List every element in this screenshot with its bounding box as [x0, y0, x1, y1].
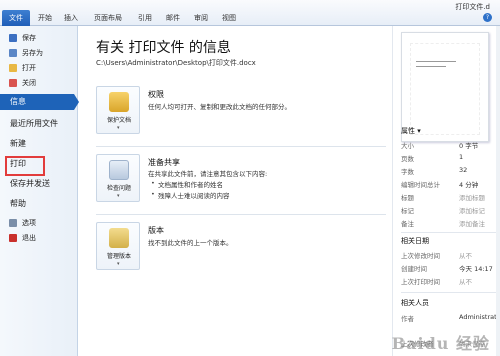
divider	[401, 232, 497, 233]
scrollbar[interactable]	[496, 26, 500, 356]
permissions-title: 权限	[148, 90, 164, 99]
thumbnail-page	[410, 43, 480, 135]
save-as-icon	[9, 49, 17, 57]
manage-versions-label: 管理版本	[106, 253, 131, 260]
nav-save-as[interactable]: 另存为	[0, 46, 78, 60]
chevron-down-icon: ▾	[117, 261, 120, 267]
prop-value: 1	[459, 153, 464, 161]
permissions-section: 保护文档 ▾ 权限 任何人均可打开、复制和更改此文档的任何部分。	[96, 86, 386, 136]
prop-label: 创建时间	[401, 265, 427, 273]
prop-label: 上次修改时间	[401, 252, 440, 260]
tab-home[interactable]: 开始	[34, 11, 56, 25]
prepare-bullet: 文档属性和作者的姓名	[151, 179, 223, 189]
thumbnail-text-line	[416, 61, 456, 62]
versions-text: 找不到此文件的上一个版本。	[148, 239, 233, 247]
versions-section: 管理版本 ▾ 版本 找不到此文件的上一个版本。	[96, 222, 386, 272]
nav-save-label: 保存	[22, 34, 36, 42]
nav-info[interactable]: 信息	[0, 94, 79, 110]
nav-close[interactable]: 关闭	[0, 76, 78, 90]
page-title: 有关 打印文件 的信息	[96, 40, 231, 56]
add-comments-field[interactable]: 添加备注	[459, 218, 485, 228]
prop-label: 标记	[401, 207, 414, 215]
nav-exit-label: 退出	[22, 234, 36, 242]
prop-value: 从不	[459, 252, 472, 260]
lock-key-icon	[109, 92, 129, 112]
close-doc-icon	[9, 79, 17, 87]
protect-document-label: 保护文档	[106, 117, 131, 124]
nav-save-and-send[interactable]: 保存并发送	[0, 176, 78, 192]
check-issues-label: 检查问题	[106, 185, 131, 192]
properties-panel: 属性 ▾ 大小 0 字节 页数 1 字数 32 编辑时间总计 4 分钟 标题 添…	[392, 26, 500, 356]
tab-references[interactable]: 引用	[134, 11, 156, 25]
prop-label: 上次打印时间	[401, 278, 440, 286]
nav-save-as-label: 另存为	[22, 49, 43, 57]
prop-label: 页数	[401, 155, 414, 163]
nav-help[interactable]: 帮助	[0, 196, 78, 212]
info-main: 有关 打印文件 的信息 C:\Users\Administrator\Deskt…	[78, 26, 390, 356]
nav-options[interactable]: 选项	[0, 216, 78, 230]
prop-label: 字数	[401, 168, 414, 176]
help-icon[interactable]: ?	[483, 13, 492, 22]
prepare-title: 准备共享	[148, 158, 180, 167]
protect-document-button[interactable]: 保护文档 ▾	[96, 86, 140, 134]
options-icon	[9, 219, 17, 227]
chevron-down-icon: ▾	[117, 125, 120, 131]
nav-info-label: 信息	[10, 97, 26, 106]
tab-page-layout[interactable]: 页面布局	[88, 11, 128, 25]
add-title-field[interactable]: 添加标题	[459, 192, 485, 202]
watermark-logo: Baidu 经验	[391, 334, 490, 353]
nav-exit[interactable]: 退出	[0, 231, 78, 245]
tab-mailings[interactable]: 邮件	[162, 11, 184, 25]
prop-label: 备注	[401, 220, 414, 228]
prop-value: 32	[459, 166, 468, 174]
dates-header: 相关日期	[401, 237, 429, 245]
add-tags-field[interactable]: 添加标记	[459, 205, 485, 215]
prop-value: 今天 14:17	[459, 265, 493, 273]
prop-value: 4 分钟	[459, 181, 479, 189]
prop-label: 编辑时间总计	[401, 181, 440, 189]
tab-view[interactable]: 视图	[218, 11, 240, 25]
prepare-text: 在共享此文件前，请注意其包含以下内容:	[148, 170, 268, 178]
manage-versions-button[interactable]: 管理版本 ▾	[96, 222, 140, 270]
nav-open-label: 打开	[22, 64, 36, 72]
thumbnail-text-line	[416, 66, 446, 67]
divider	[96, 214, 386, 215]
nav-save[interactable]: 保存	[0, 31, 78, 45]
prop-label: 作者	[401, 315, 414, 323]
tab-review[interactable]: 审阅	[190, 11, 212, 25]
prepare-section: 检查问题 ▾ 准备共享 在共享此文件前，请注意其包含以下内容: 文档属性和作者的…	[96, 154, 386, 204]
check-issues-button[interactable]: 检查问题 ▾	[96, 154, 140, 202]
divider	[96, 146, 386, 147]
save-icon	[9, 34, 17, 42]
tab-insert[interactable]: 插入	[60, 11, 82, 25]
people-header: 相关人员	[401, 299, 429, 307]
versions-title: 版本	[148, 226, 164, 235]
nav-open[interactable]: 打开	[0, 61, 78, 75]
divider	[401, 292, 497, 293]
file-path: C:\Users\Administrator\Desktop\打印文件.docx	[96, 59, 256, 67]
nav-new[interactable]: 新建	[0, 136, 78, 152]
prepare-bullet: 残障人士难以阅读的内容	[151, 190, 229, 200]
properties-header[interactable]: 属性 ▾	[401, 126, 421, 136]
exit-icon	[9, 234, 17, 242]
chevron-down-icon: ▾	[117, 193, 120, 199]
ribbon-tab-bar: 文件 开始 插入 页面布局 引用 邮件 审阅 视图 打印文件.d ?	[0, 0, 500, 26]
inspect-document-icon	[109, 160, 129, 180]
window-title: 打印文件.d	[455, 3, 490, 11]
tab-file[interactable]: 文件	[2, 10, 30, 26]
nav-options-label: 选项	[22, 219, 36, 227]
backstage-nav: 保存 另存为 打开 关闭 信息 最近所用文件 新建 打印 保存并发送 帮助 选项…	[0, 26, 79, 356]
permissions-text: 任何人均可打开、复制和更改此文档的任何部分。	[148, 103, 291, 111]
nav-recent[interactable]: 最近所用文件	[0, 116, 78, 132]
prop-label: 大小	[401, 142, 414, 150]
nav-close-label: 关闭	[22, 79, 36, 87]
prop-value: 从不	[459, 278, 472, 286]
prop-value: 0 字节	[459, 142, 479, 150]
open-folder-icon	[9, 64, 17, 72]
prop-value: Administrator	[459, 313, 500, 321]
prop-label: 标题	[401, 194, 414, 202]
versions-icon	[109, 228, 129, 248]
print-highlight-box	[5, 156, 45, 176]
